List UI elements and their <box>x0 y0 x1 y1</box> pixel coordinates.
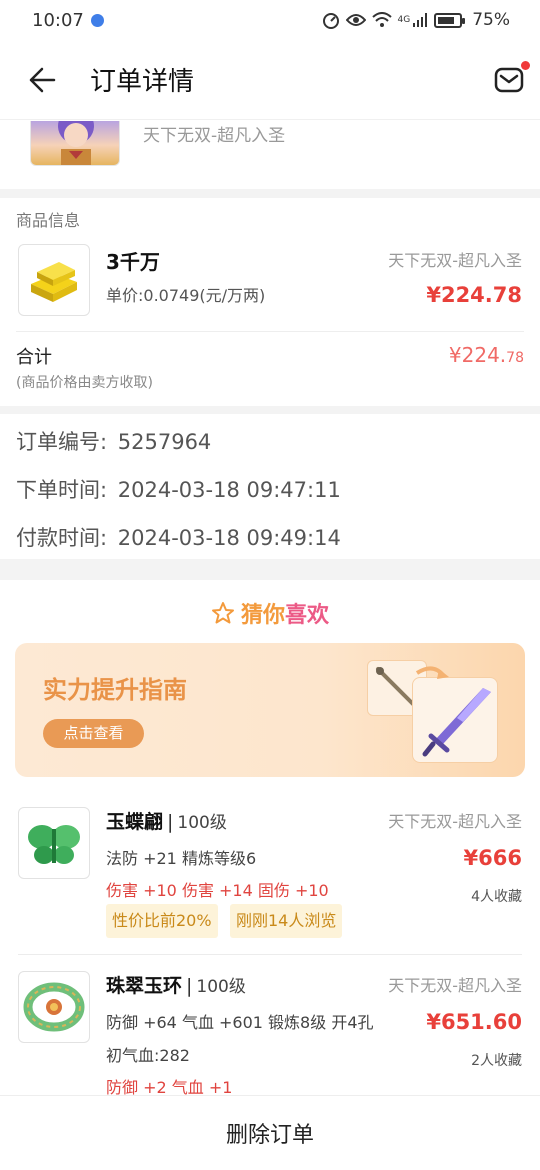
recommend-section: 猜你喜欢 实力提升指南 点击查看 玉蝶翩 | 100级 天下无双-超凡入圣 法防 +… <box>0 580 540 1100</box>
divider <box>0 406 540 414</box>
recommend-title: 猜你喜欢 <box>0 597 540 629</box>
jade-ring-icon <box>23 982 85 1032</box>
goods-section: 商品信息 3千万 单价:0.0749(元/万两) 天下无双-超凡入圣 ¥224.… <box>0 198 540 406</box>
signal-icon <box>413 13 428 27</box>
total-label: 合计 <box>16 347 52 368</box>
divider <box>0 189 540 198</box>
nav-bar: 订单详情 <box>0 40 540 120</box>
jade-butterfly-icon <box>28 825 80 864</box>
battery-percent: 75% <box>472 10 510 30</box>
product-attr: 防御 +64 气血 +601 锻炼8级 开4孔 <box>106 1013 374 1032</box>
arrow-left-icon <box>29 67 56 92</box>
divider <box>16 331 524 332</box>
banner-title: 实力提升指南 <box>43 676 187 704</box>
goods-name: 3千万 <box>106 250 160 274</box>
product-card[interactable]: 珠翠玉环 | 100级 天下无双-超凡入圣 防御 +64 气血 +601 锻炼8级 … <box>0 971 540 1100</box>
seller-server: 天下无双-超凡入圣 <box>143 126 286 146</box>
back-button[interactable] <box>22 60 62 100</box>
order-created-row: 下单时间: 2024-03-18 09:47:11 <box>16 474 341 504</box>
seller-info: 天下无双-超凡入圣 <box>0 121 540 189</box>
network-label: 4G <box>397 15 411 25</box>
order-created-label: 下单时间: <box>16 478 108 502</box>
product-name: 珠翠玉环 | 100级 <box>106 971 246 998</box>
unit-price: 单价:0.0749(元/万两) <box>106 286 266 305</box>
product-attr-base: 初气血:282 <box>106 1046 190 1065</box>
product-price: ¥651.60 <box>426 1010 522 1034</box>
goods-server: 天下无双-超凡入圣 <box>388 251 522 270</box>
product-price: ¥666 <box>463 846 522 870</box>
page-title: 订单详情 <box>90 67 195 97</box>
bottom-bar: 删除订单 <box>0 1095 540 1170</box>
product-server: 天下无双-超凡入圣 <box>388 976 522 995</box>
product-attr-bonus: 伤害 +10 伤害 +14 固伤 +10 <box>106 881 329 900</box>
unread-dot <box>521 60 530 70</box>
status-right: 4G 75% <box>322 10 510 30</box>
total-price: ¥224.78 <box>449 343 524 367</box>
section-title: 商品信息 <box>16 211 81 230</box>
banner-button[interactable]: 点击查看 <box>43 719 144 748</box>
divider <box>18 954 522 955</box>
order-created-value: 2024-03-18 09:47:11 <box>117 478 341 502</box>
value-tag: 性价比前20% <box>106 904 218 938</box>
delete-order-button[interactable]: 删除订单 <box>226 1117 314 1149</box>
order-number-row: 订单编号: 5257964 <box>16 426 211 456</box>
star-icon <box>211 602 234 624</box>
order-paid-row: 付款时间: 2024-03-18 09:49:14 <box>16 522 341 552</box>
order-number-value[interactable]: 5257964 <box>118 430 212 454</box>
guide-banner[interactable]: 实力提升指南 点击查看 <box>15 643 525 777</box>
status-time: 10:07 <box>32 9 84 31</box>
order-info: 订单编号: 5257964 下单时间: 2024-03-18 09:47:11 … <box>0 414 540 559</box>
mail-icon <box>494 67 524 92</box>
wifi-icon <box>371 12 392 27</box>
globe-icon <box>90 13 104 27</box>
message-button[interactable] <box>494 60 530 93</box>
product-image <box>18 807 90 879</box>
gold-ingot-icon <box>31 262 77 302</box>
product-card[interactable]: 玉蝶翩 | 100级 天下无双-超凡入圣 法防 +21 精炼等级6 伤害 +10 伤… <box>0 807 540 947</box>
speed-icon <box>322 13 339 29</box>
order-paid-label: 付款时间: <box>16 526 108 550</box>
status-bar: 10:07 4G 75% <box>0 0 540 40</box>
product-image <box>18 971 90 1043</box>
goods-price: ¥224.78 <box>426 283 522 307</box>
product-title: 珠翠玉环 <box>106 975 183 997</box>
total-price-decimal: 78 <box>506 350 524 366</box>
character-avatar <box>30 121 120 166</box>
recommend-title-part1: 猜你 <box>240 603 285 628</box>
separator: | <box>186 975 193 997</box>
divider <box>0 559 540 580</box>
product-level: 100级 <box>196 977 246 997</box>
order-number-label: 订单编号: <box>16 430 108 454</box>
product-name: 玉蝶翩 | 100级 <box>106 807 227 834</box>
total-price-main: ¥224. <box>448 343 507 367</box>
product-attr: 法防 +21 精炼等级6 <box>106 849 257 868</box>
separator: | <box>167 811 174 833</box>
product-level: 100级 <box>177 813 227 833</box>
order-paid-value: 2024-03-18 09:49:14 <box>117 526 341 550</box>
battery-icon <box>434 12 466 28</box>
product-title: 玉蝶翩 <box>106 811 164 833</box>
arrow-icon <box>415 666 449 679</box>
views-tag: 刚刚14人浏览 <box>230 904 343 938</box>
eye-icon <box>345 14 366 26</box>
favorite-count: 2人收藏 <box>471 1053 522 1069</box>
recommend-title-part2: 喜欢 <box>285 603 330 628</box>
product-server: 天下无双-超凡入圣 <box>388 812 522 831</box>
favorite-count: 4人收藏 <box>471 889 522 905</box>
total-note: (商品价格由卖方收取) <box>16 375 153 391</box>
gold-image[interactable] <box>18 244 90 316</box>
